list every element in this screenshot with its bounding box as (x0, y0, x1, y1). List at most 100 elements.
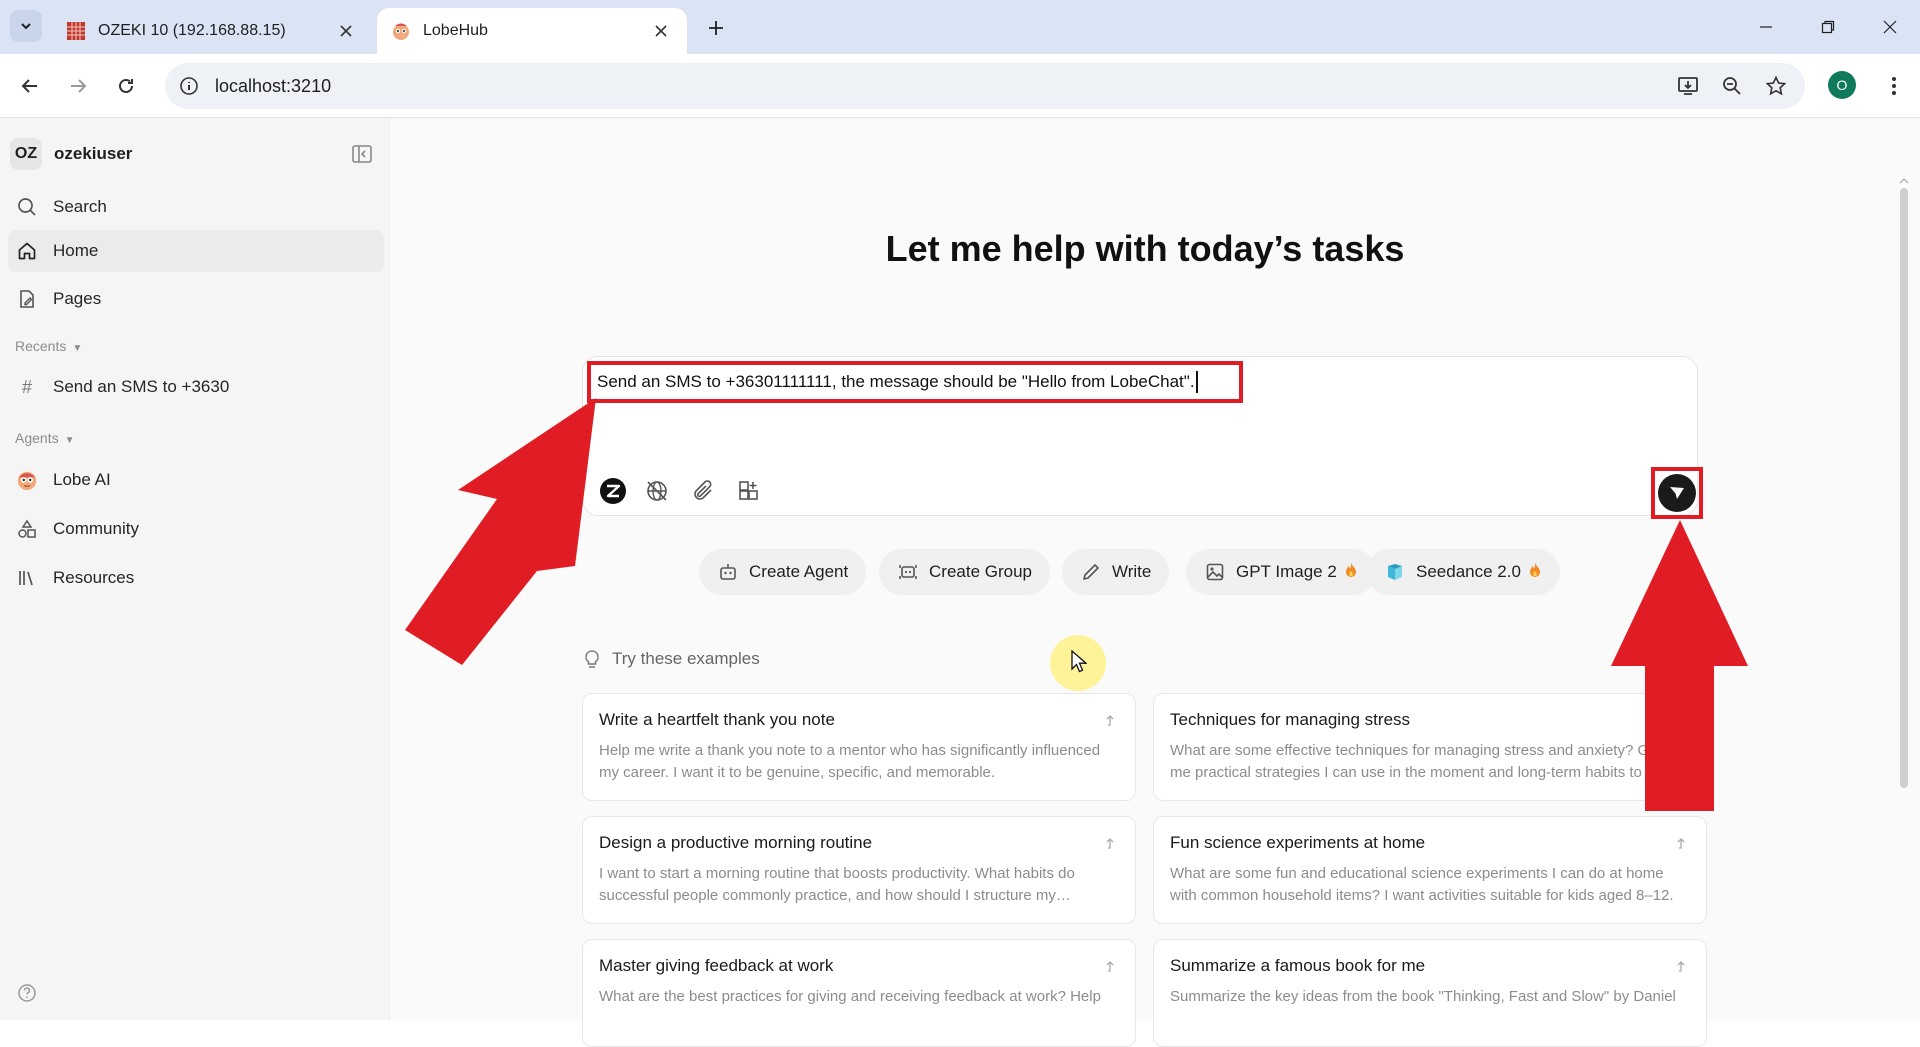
web-search-toggle[interactable] (641, 475, 673, 507)
example-card[interactable]: Design a productive morning routine I wa… (582, 816, 1136, 924)
address-bar[interactable]: localhost:3210 (165, 63, 1805, 109)
scroll-up-icon[interactable] (1898, 173, 1910, 184)
arrow-up-right-icon (1103, 958, 1119, 974)
example-title: Design a productive morning routine (599, 833, 873, 852)
search-icon (16, 196, 38, 218)
example-card[interactable]: Master giving feedback at work What are … (582, 939, 1136, 1047)
agent-item-lobe-ai[interactable]: Lobe AI (8, 459, 384, 501)
agent-item-label: Lobe AI (53, 470, 111, 489)
agents-section-label[interactable]: Agents ▼ (15, 430, 75, 446)
bookmark-button[interactable] (1760, 70, 1792, 102)
close-icon[interactable] (649, 19, 673, 43)
arrow-up-right-icon (1674, 712, 1690, 728)
back-button[interactable] (14, 70, 46, 102)
model-selector-button[interactable] (597, 475, 629, 507)
fire-icon (1344, 562, 1358, 583)
write-button[interactable]: Write (1062, 549, 1170, 595)
seedance-label: Seedance 2.0 (1416, 562, 1521, 581)
example-card[interactable]: Fun science experiments at home What are… (1153, 816, 1707, 924)
shapes-icon (16, 518, 38, 540)
quick-actions: Create Agent Create Group Write GPT Imag… (390, 549, 1900, 595)
sidebar-item-label: Pages (53, 289, 102, 308)
close-icon[interactable] (334, 19, 358, 43)
create-agent-button[interactable]: Create Agent (699, 549, 867, 595)
minimize-button[interactable] (1746, 12, 1786, 42)
example-card[interactable]: Write a heartfelt thank you note Help me… (582, 693, 1136, 801)
gpt-image-label: GPT Image 2 (1236, 562, 1337, 581)
write-label: Write (1112, 562, 1152, 581)
sidebar-toggle-icon (352, 145, 372, 163)
site-info-icon[interactable] (173, 70, 205, 102)
sidebar-item-pages[interactable]: Pages (8, 278, 384, 320)
recents-label: Recents (15, 338, 67, 354)
seedance-button[interactable]: Seedance 2.0 (1366, 549, 1560, 595)
plugins-button[interactable] (733, 475, 765, 507)
zoom-button[interactable] (1716, 70, 1748, 102)
arrow-up-right-icon (1103, 835, 1119, 851)
example-card[interactable]: Techniques for managing stress What are … (1153, 693, 1707, 801)
example-card[interactable]: Summarize a famous book for me Summarize… (1153, 939, 1707, 1047)
create-agent-label: Create Agent (749, 562, 849, 581)
zoom-out-icon (1723, 77, 1741, 95)
example-title: Master giving feedback at work (599, 956, 834, 975)
seedance-logo-icon (1384, 561, 1406, 583)
reload-icon (119, 78, 133, 93)
image-icon (1204, 561, 1226, 583)
tab-ozeki[interactable]: OZEKI 10 (192.168.88.15) (52, 8, 372, 54)
example-title: Summarize a famous book for me (1170, 956, 1426, 975)
gpt-image-button[interactable]: GPT Image 2 (1186, 549, 1376, 595)
avatar: OZ (10, 138, 42, 170)
arrow-up-right-icon (1674, 958, 1690, 974)
example-description: I want to start a morning routine that b… (599, 865, 1075, 904)
reload-button[interactable] (110, 70, 142, 102)
apps-add-icon (739, 481, 758, 500)
ozeki-favicon-icon (67, 22, 85, 40)
lightbulb-icon (582, 649, 602, 669)
restore-button[interactable] (1808, 12, 1848, 42)
install-app-button[interactable] (1672, 70, 1704, 102)
recents-section-label[interactable]: Recents ▼ (15, 338, 82, 354)
collapse-sidebar-button[interactable] (348, 140, 376, 168)
library-icon (16, 567, 38, 589)
tab-search-button[interactable] (10, 10, 42, 42)
forward-button[interactable] (62, 70, 94, 102)
example-description: Help me write a thank you note to a ment… (599, 742, 1101, 781)
attach-file-button[interactable] (687, 475, 719, 507)
sidebar-item-label: Search (53, 197, 107, 216)
sidebar-item-resources[interactable]: Resources (8, 557, 384, 599)
create-group-button[interactable]: Create Group (879, 549, 1050, 595)
minimize-icon (1760, 26, 1772, 28)
send-button[interactable] (1658, 474, 1696, 512)
sidebar-item-search[interactable]: Search (8, 186, 384, 228)
chat-input[interactable]: Send an SMS to +36301111111, the message… (587, 361, 1243, 403)
pen-icon (1080, 561, 1102, 583)
example-description: What are some fun and educational scienc… (1170, 865, 1674, 904)
send-icon (1670, 487, 1684, 499)
example-title: Fun science experiments at home (1170, 833, 1426, 852)
user-menu[interactable]: OZ ozekiuser (10, 138, 132, 170)
sidebar-item-home[interactable]: Home (8, 230, 384, 272)
sidebar-item-label: Community (53, 519, 139, 538)
tab-title: OZEKI 10 (192.168.88.15) (98, 22, 286, 39)
window-close-button[interactable] (1870, 12, 1910, 42)
examples-label: Try these examples (612, 649, 760, 668)
tab-lobehub[interactable]: LobeHub (377, 8, 687, 54)
example-description: What are the best practices for giving a… (599, 988, 1101, 1005)
close-icon (1883, 20, 1897, 34)
sidebar: OZ ozekiuser Search Home Pages Recents ▼ … (0, 118, 389, 1020)
tab-title: LobeHub (423, 22, 488, 39)
caret-down-icon: ▼ (64, 435, 75, 446)
create-group-label: Create Group (929, 562, 1032, 581)
paperclip-icon (694, 480, 712, 500)
profile-avatar[interactable]: O (1828, 71, 1856, 99)
recent-item[interactable]: # Send an SMS to +3630 (8, 366, 384, 408)
example-description: What are some effective techniques for m… (1170, 742, 1682, 781)
chat-composer[interactable]: Send an SMS to +36301111111, the message… (582, 356, 1698, 516)
new-tab-button[interactable] (700, 12, 732, 44)
browser-menu-button[interactable] (1878, 70, 1910, 102)
sidebar-item-community[interactable]: Community (8, 508, 384, 550)
help-icon[interactable] (16, 982, 38, 1004)
scrollbar[interactable] (1900, 188, 1908, 788)
examples-heading: Try these examples (582, 649, 760, 669)
arrow-left-icon (21, 79, 37, 93)
